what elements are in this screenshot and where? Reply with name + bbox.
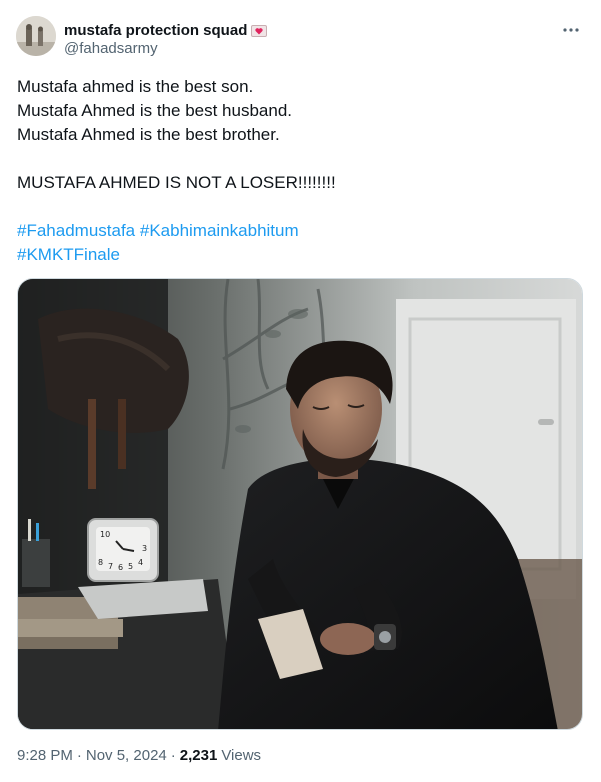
hashtag-link[interactable]: #Kabhimainkabhitum <box>140 221 299 240</box>
views-count: 2,231 <box>179 747 218 764</box>
clock-number: 10 <box>100 530 110 539</box>
tweet-meta: 9:28 PM · Nov 5, 2024 · 2,231 Views <box>17 746 261 766</box>
clock-number: 8 <box>98 558 103 567</box>
clock: 10 3 8 7 6 5 4 <box>87 518 159 582</box>
display-name[interactable]: mustafa protection squad <box>64 22 247 40</box>
hashtag-link[interactable]: #Fahadmustafa <box>17 221 135 240</box>
heart-letter-icon <box>251 24 268 38</box>
tweet-media[interactable]: 10 3 8 7 6 5 4 <box>17 278 583 730</box>
tweet-header: mustafa protection squad @fahadsarmy <box>16 16 585 62</box>
tweet: mustafa protection squad @fahadsarmy Mus… <box>0 0 601 782</box>
clock-number: 6 <box>118 563 123 572</box>
clock-number: 4 <box>138 558 143 567</box>
author-names: mustafa protection squad @fahadsarmy <box>64 22 268 58</box>
display-name-row[interactable]: mustafa protection squad <box>64 22 268 40</box>
tweet-text: Mustafa ahmed is the best son. Mustafa A… <box>17 75 577 267</box>
media-photo: 10 3 8 7 6 5 4 <box>18 279 582 729</box>
tweet-shout-line: MUSTAFA AHMED IS NOT A LOSER!!!!!!!! <box>17 173 336 192</box>
hashtag-link[interactable]: #KMKTFinale <box>17 245 120 264</box>
meta-separator: · <box>76 747 82 764</box>
tweet-line-2: Mustafa Ahmed is the best husband. <box>17 101 293 120</box>
avatar[interactable] <box>16 16 56 56</box>
tweet-line-1: Mustafa ahmed is the best son. <box>17 77 254 96</box>
hashtag-list: #Fahadmustafa #Kabhimainkabhitum #KMKTFi… <box>17 219 577 267</box>
tweet-time[interactable]: 9:28 PM <box>17 746 73 766</box>
views-label: Views <box>221 747 262 764</box>
author-handle[interactable]: @fahadsarmy <box>64 40 267 58</box>
more-options-icon[interactable] <box>559 20 583 40</box>
avatar-image <box>16 16 56 56</box>
tweet-date[interactable]: Nov 5, 2024 <box>86 746 167 766</box>
clock-number: 3 <box>142 544 147 553</box>
clock-number: 7 <box>108 562 113 571</box>
meta-separator: · <box>170 747 176 764</box>
tweet-line-3: Mustafa Ahmed is the best brother. <box>17 125 280 144</box>
clock-number: 5 <box>128 562 133 571</box>
